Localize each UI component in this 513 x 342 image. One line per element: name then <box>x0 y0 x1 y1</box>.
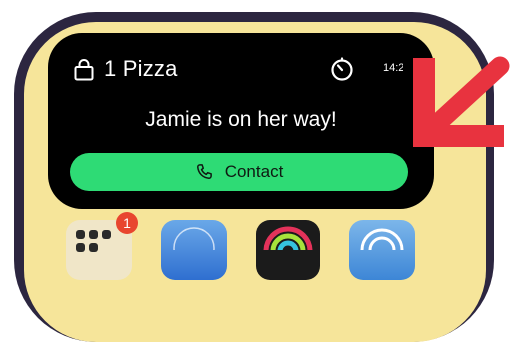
airdrop-rings-icon <box>360 228 404 272</box>
airdrop-icon[interactable] <box>349 220 415 280</box>
fitness-icon[interactable] <box>256 220 320 280</box>
red-annotation-arrow <box>413 56 510 147</box>
contact-button-label: Contact <box>224 162 284 181</box>
grid-dot <box>89 230 98 239</box>
grid-dot <box>76 243 85 252</box>
status-bar-clock: 14:2 <box>383 62 403 74</box>
contact-button[interactable]: Contact <box>70 153 408 191</box>
phone-icon <box>196 164 212 179</box>
order-title: 1 Pizza <box>104 56 178 81</box>
grid-dot <box>76 230 85 239</box>
delivery-status-message: Jamie is on her way! <box>145 108 337 131</box>
grid-dot <box>89 243 98 252</box>
safari-icon[interactable] <box>161 220 227 280</box>
grid-dot <box>102 230 111 239</box>
compass-icon <box>173 227 215 269</box>
timer-icon[interactable] <box>329 56 355 82</box>
activity-rings-icon <box>263 226 313 276</box>
notification-badge: 1 <box>116 212 138 234</box>
shopping-bag-icon <box>74 59 94 81</box>
